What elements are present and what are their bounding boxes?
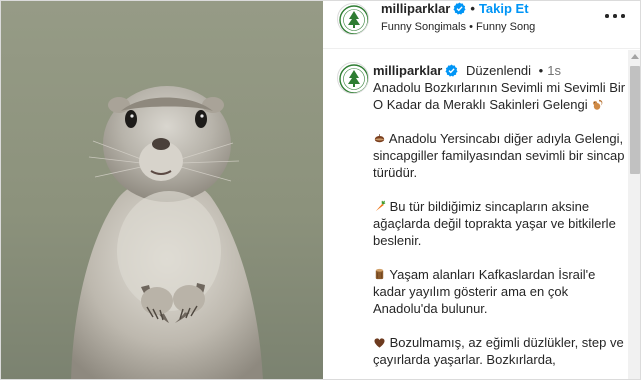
caption-comment: milliparklar Düzenlendi • 1s Anadolu Bozk…: [323, 50, 628, 379]
header-username-row: milliparklar • Takip Et: [381, 1, 529, 18]
edited-label: Düzenlendi: [466, 63, 532, 78]
caption-text: Bozulmamış, az eğimli düzlükler, step ve…: [373, 335, 624, 367]
carrot-emoji-icon: [375, 200, 386, 212]
caption-scrollbar[interactable]: [628, 50, 640, 379]
brown-heart-emoji-icon: [374, 338, 385, 348]
audio-info[interactable]: Funny Songimals • Funny Song: [381, 20, 535, 34]
caption-text: Anadolu Bozkırlarının Sevimli mi Sevimli…: [373, 80, 626, 112]
squirrel-emoji-icon: [593, 99, 603, 110]
caption-paragraph-3: Yaşam alanları Kafkaslardan İsrail'e kad…: [373, 266, 628, 317]
caption-body: milliparklar Düzenlendi • 1s Anadolu Bozk…: [373, 62, 628, 368]
instagram-post-modal: milliparklar • Takip Et Funny Songimals • …: [0, 0, 641, 380]
caption-text: Bu tür bildiğimiz sincapların aksine ağa…: [373, 199, 616, 248]
verified-badge-icon: [445, 64, 458, 77]
more-options-icon[interactable]: [603, 5, 627, 25]
post-time[interactable]: 1s: [547, 63, 561, 78]
follow-button[interactable]: Takip Et: [479, 1, 529, 16]
separator-dot: •: [538, 63, 544, 78]
audio-title[interactable]: Funny Song: [476, 21, 535, 33]
post-header: milliparklar • Takip Et Funny Songimals • …: [323, 1, 640, 49]
post-side-panel: milliparklar • Takip Et Funny Songimals • …: [323, 1, 640, 379]
caption-paragraph-1: Anadolu Yersincabı diğer adıyla Gelengi,…: [373, 130, 628, 181]
scroll-up-arrow-icon[interactable]: [628, 50, 640, 64]
caption-paragraph-title: Anadolu Bozkırlarının Sevimli mi Sevimli…: [373, 79, 628, 113]
separator-dot: •: [470, 1, 475, 16]
caption-paragraph-2: Bu tür bildiğimiz sincapların aksine ağa…: [373, 198, 628, 249]
caption-avatar[interactable]: [337, 62, 369, 94]
audio-separator: •: [469, 21, 476, 33]
caption-text: Anadolu Yersincabı diğer adıyla Gelengi,…: [373, 131, 625, 180]
chestnut-emoji-icon: [374, 134, 385, 143]
caption-username[interactable]: milliparklar: [373, 63, 442, 78]
milliparklar-logo-icon: [339, 5, 368, 34]
caption-text: Yaşam alanları Kafkaslardan İsrail'e kad…: [373, 267, 596, 316]
log-emoji-icon: [375, 268, 384, 280]
scrollbar-thumb[interactable]: [630, 66, 640, 174]
profile-avatar[interactable]: [337, 3, 369, 35]
ground-squirrel-image: [1, 1, 323, 379]
post-photo[interactable]: [1, 1, 323, 379]
audio-artist[interactable]: Funny Songimals: [381, 21, 466, 33]
header-username[interactable]: milliparklar: [381, 1, 450, 16]
milliparklar-logo-icon: [339, 64, 368, 93]
verified-badge-icon: [453, 2, 466, 15]
caption-meta: milliparklar Düzenlendi • 1s: [373, 62, 628, 79]
caption-paragraph-4: Bozulmamış, az eğimli düzlükler, step ve…: [373, 334, 628, 368]
